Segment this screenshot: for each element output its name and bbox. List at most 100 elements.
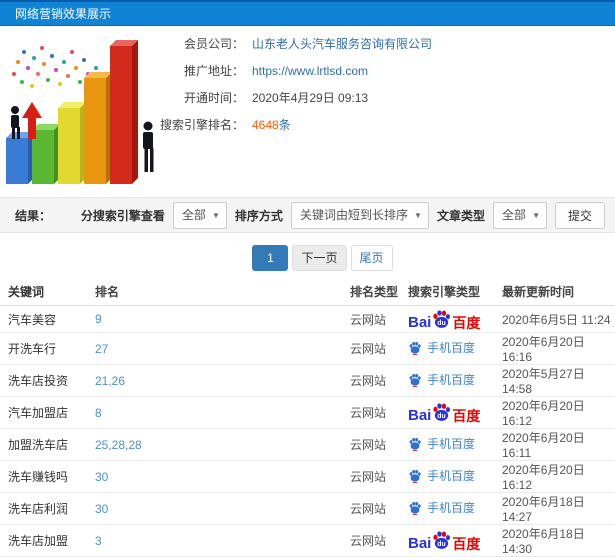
- table-row: 汽车美容 9 云网站 Bai du 百度 2020年6月5日 11:24: [0, 305, 615, 333]
- table-header-row: 关键词 排名 排名类型 搜索引擎类型 最新更新时间: [0, 278, 615, 306]
- baidu-paw-icon: du: [433, 403, 451, 421]
- engine-rank-value[interactable]: 4648条: [252, 116, 291, 133]
- promo-url-link[interactable]: https://www.lrtlsd.com: [252, 64, 368, 78]
- rank-link[interactable]: 9: [95, 312, 102, 326]
- baidu-paw-icon: [409, 437, 421, 451]
- rank-link[interactable]: 30: [95, 502, 108, 516]
- engine-cell: 手机百度: [403, 428, 497, 461]
- promo-url-row: 推广地址： https://www.lrtlsd.com: [128, 57, 432, 84]
- mobile-baidu-label: 手机百度: [427, 501, 476, 516]
- baidu-paw-icon: du: [433, 309, 451, 328]
- baidu-logo: Bai du 百度: [408, 530, 480, 551]
- keyword-cell: 洗车店投资: [0, 364, 90, 397]
- rank-cell: 9: [90, 305, 345, 333]
- submit-button[interactable]: 提交: [554, 201, 605, 229]
- rank-link[interactable]: 27: [95, 342, 108, 356]
- baidu-paw-icon: [409, 469, 421, 483]
- results-tbody: 汽车美容 9 云网站 Bai du 百度 2020年6月5日 11:24 开洗车行 27…: [0, 305, 615, 557]
- page-title: 网络营销效果展示: [15, 7, 112, 21]
- rank-unit: 条: [278, 118, 291, 132]
- updated-cell: 2020年6月18日 14:30: [497, 524, 615, 557]
- baidu-paw-icon: [409, 501, 421, 515]
- keyword-cell: 加盟洗车店: [0, 428, 90, 461]
- mobile-baidu-label: 手机百度: [427, 373, 476, 388]
- svg-text:du: du: [438, 541, 446, 548]
- promo-url-label: 推广地址：: [183, 64, 244, 78]
- rank-cell: 25,28,28: [90, 428, 345, 461]
- rank-type-cell: 云网站: [345, 524, 403, 557]
- rank-link[interactable]: 21,26: [95, 374, 125, 388]
- chevron-down-icon: ▼: [532, 210, 540, 220]
- mobile-baidu-badge: 手机百度: [408, 499, 475, 516]
- rank-link[interactable]: 25,28,28: [95, 438, 142, 452]
- mobile-baidu-badge: 手机百度: [408, 339, 475, 356]
- updated-cell: 2020年6月20日 16:16: [497, 332, 615, 365]
- col-rank-type: 排名类型: [345, 278, 403, 306]
- article-type-label: 文章类型: [436, 208, 485, 223]
- keyword-cell: 汽车加盟店: [0, 396, 90, 429]
- next-page-button[interactable]: 下一页: [292, 245, 347, 271]
- rank-type-cell: 云网站: [345, 460, 403, 493]
- page-button-current[interactable]: 1: [252, 245, 289, 271]
- article-type-value: 全部: [501, 207, 526, 222]
- info-rows: 会员公司： 山东老人头汽车服务咨询有限公司 推广地址： https://www.…: [128, 30, 432, 138]
- engine-cell: Bai du 百度: [403, 305, 497, 333]
- rank-cell: 30: [90, 460, 345, 493]
- rank-type-cell: 云网站: [345, 332, 403, 365]
- baidu-paw-icon: [409, 341, 421, 355]
- member-company-link[interactable]: 山东老人头汽车服务咨询有限公司: [252, 35, 432, 52]
- updated-cell: 2020年6月20日 16:12: [497, 460, 615, 493]
- member-company-label: 会员公司：: [183, 37, 244, 51]
- rank-type-cell: 云网站: [345, 396, 403, 429]
- updated-cell: 2020年6月5日 11:24: [497, 305, 615, 333]
- keyword-cell: 洗车店加盟: [0, 524, 90, 557]
- engine-cell: 手机百度: [403, 332, 497, 365]
- updated-cell: 2020年6月20日 16:11: [497, 428, 615, 461]
- open-time-label: 开通时间：: [183, 91, 244, 105]
- sort-label: 排序方式: [234, 208, 283, 223]
- filter-bar: 结果： 分搜索引擎查看 全部 ▼ 排序方式 关键词由短到长排序 ▼ 文章类型 全…: [0, 197, 615, 233]
- sort-select[interactable]: 关键词由短到长排序 ▼: [290, 201, 429, 229]
- rank-link[interactable]: 3: [95, 534, 102, 548]
- sort-value: 关键词由短到长排序: [299, 207, 408, 222]
- open-time-row: 开通时间： 2020年4月29日 09:13: [128, 84, 432, 111]
- last-page-button[interactable]: 尾页: [350, 245, 393, 271]
- top-header-bar: 网络营销效果展示: [0, 0, 615, 26]
- rank-type-cell: 云网站: [345, 428, 403, 461]
- baidu-paw-icon: du: [433, 531, 451, 549]
- table-row: 洗车赚钱吗 30 云网站 手机百度 2020年6月20日 16:12: [0, 460, 615, 493]
- pagination: 1 下一页 尾页: [0, 245, 615, 271]
- open-time-value: 2020年4月29日 09:13: [252, 91, 369, 105]
- article-type-select[interactable]: 全部 ▼: [492, 201, 547, 229]
- col-updated: 最新更新时间: [497, 278, 615, 306]
- updated-cell: 2020年5月27日 14:58: [497, 364, 615, 397]
- table-row: 汽车加盟店 8 云网站 Bai du 百度 2020年6月20日 16:12: [0, 396, 615, 429]
- mobile-baidu-badge: 手机百度: [408, 467, 475, 484]
- engine-filter-value: 全部: [181, 207, 206, 222]
- rank-cell: 21,26: [90, 364, 345, 397]
- keyword-cell: 开洗车行: [0, 332, 90, 365]
- keyword-cell: 洗车赚钱吗: [0, 460, 90, 493]
- results-table: 关键词 排名 排名类型 搜索引擎类型 最新更新时间 汽车美容 9 云网站 Bai d…: [0, 278, 615, 557]
- mobile-baidu-badge: 手机百度: [408, 371, 475, 388]
- table-row: 洗车店加盟 3 云网站 Bai du 百度 2020年6月18日 14:30: [0, 524, 615, 557]
- rank-type-cell: 云网站: [345, 364, 403, 397]
- mobile-baidu-label: 手机百度: [427, 341, 476, 356]
- table-row: 开洗车行 27 云网站 手机百度 2020年6月20日 16:16: [0, 332, 615, 365]
- mobile-baidu-label: 手机百度: [427, 469, 476, 484]
- rank-link[interactable]: 8: [95, 406, 102, 420]
- engine-filter-select[interactable]: 全部 ▼: [172, 201, 227, 229]
- engine-cell: 手机百度: [403, 364, 497, 397]
- engine-rank-label: 搜索引擎排名：: [159, 118, 244, 132]
- rank-type-cell: 云网站: [345, 305, 403, 333]
- result-label: 结果：: [15, 208, 52, 223]
- rank-link[interactable]: 30: [95, 470, 108, 484]
- baidu-logo: Bai du 百度: [408, 309, 480, 330]
- updated-cell: 2020年6月20日 16:12: [497, 396, 615, 429]
- engine-cell: 手机百度: [403, 460, 497, 493]
- mobile-baidu-label: 手机百度: [427, 437, 476, 452]
- svg-text:du: du: [438, 413, 446, 420]
- rank-cell: 8: [90, 396, 345, 429]
- table-row: 洗车店投资 21,26 云网站 手机百度 2020年5月27日 14:58: [0, 364, 615, 397]
- member-company-row: 会员公司： 山东老人头汽车服务咨询有限公司: [128, 30, 432, 57]
